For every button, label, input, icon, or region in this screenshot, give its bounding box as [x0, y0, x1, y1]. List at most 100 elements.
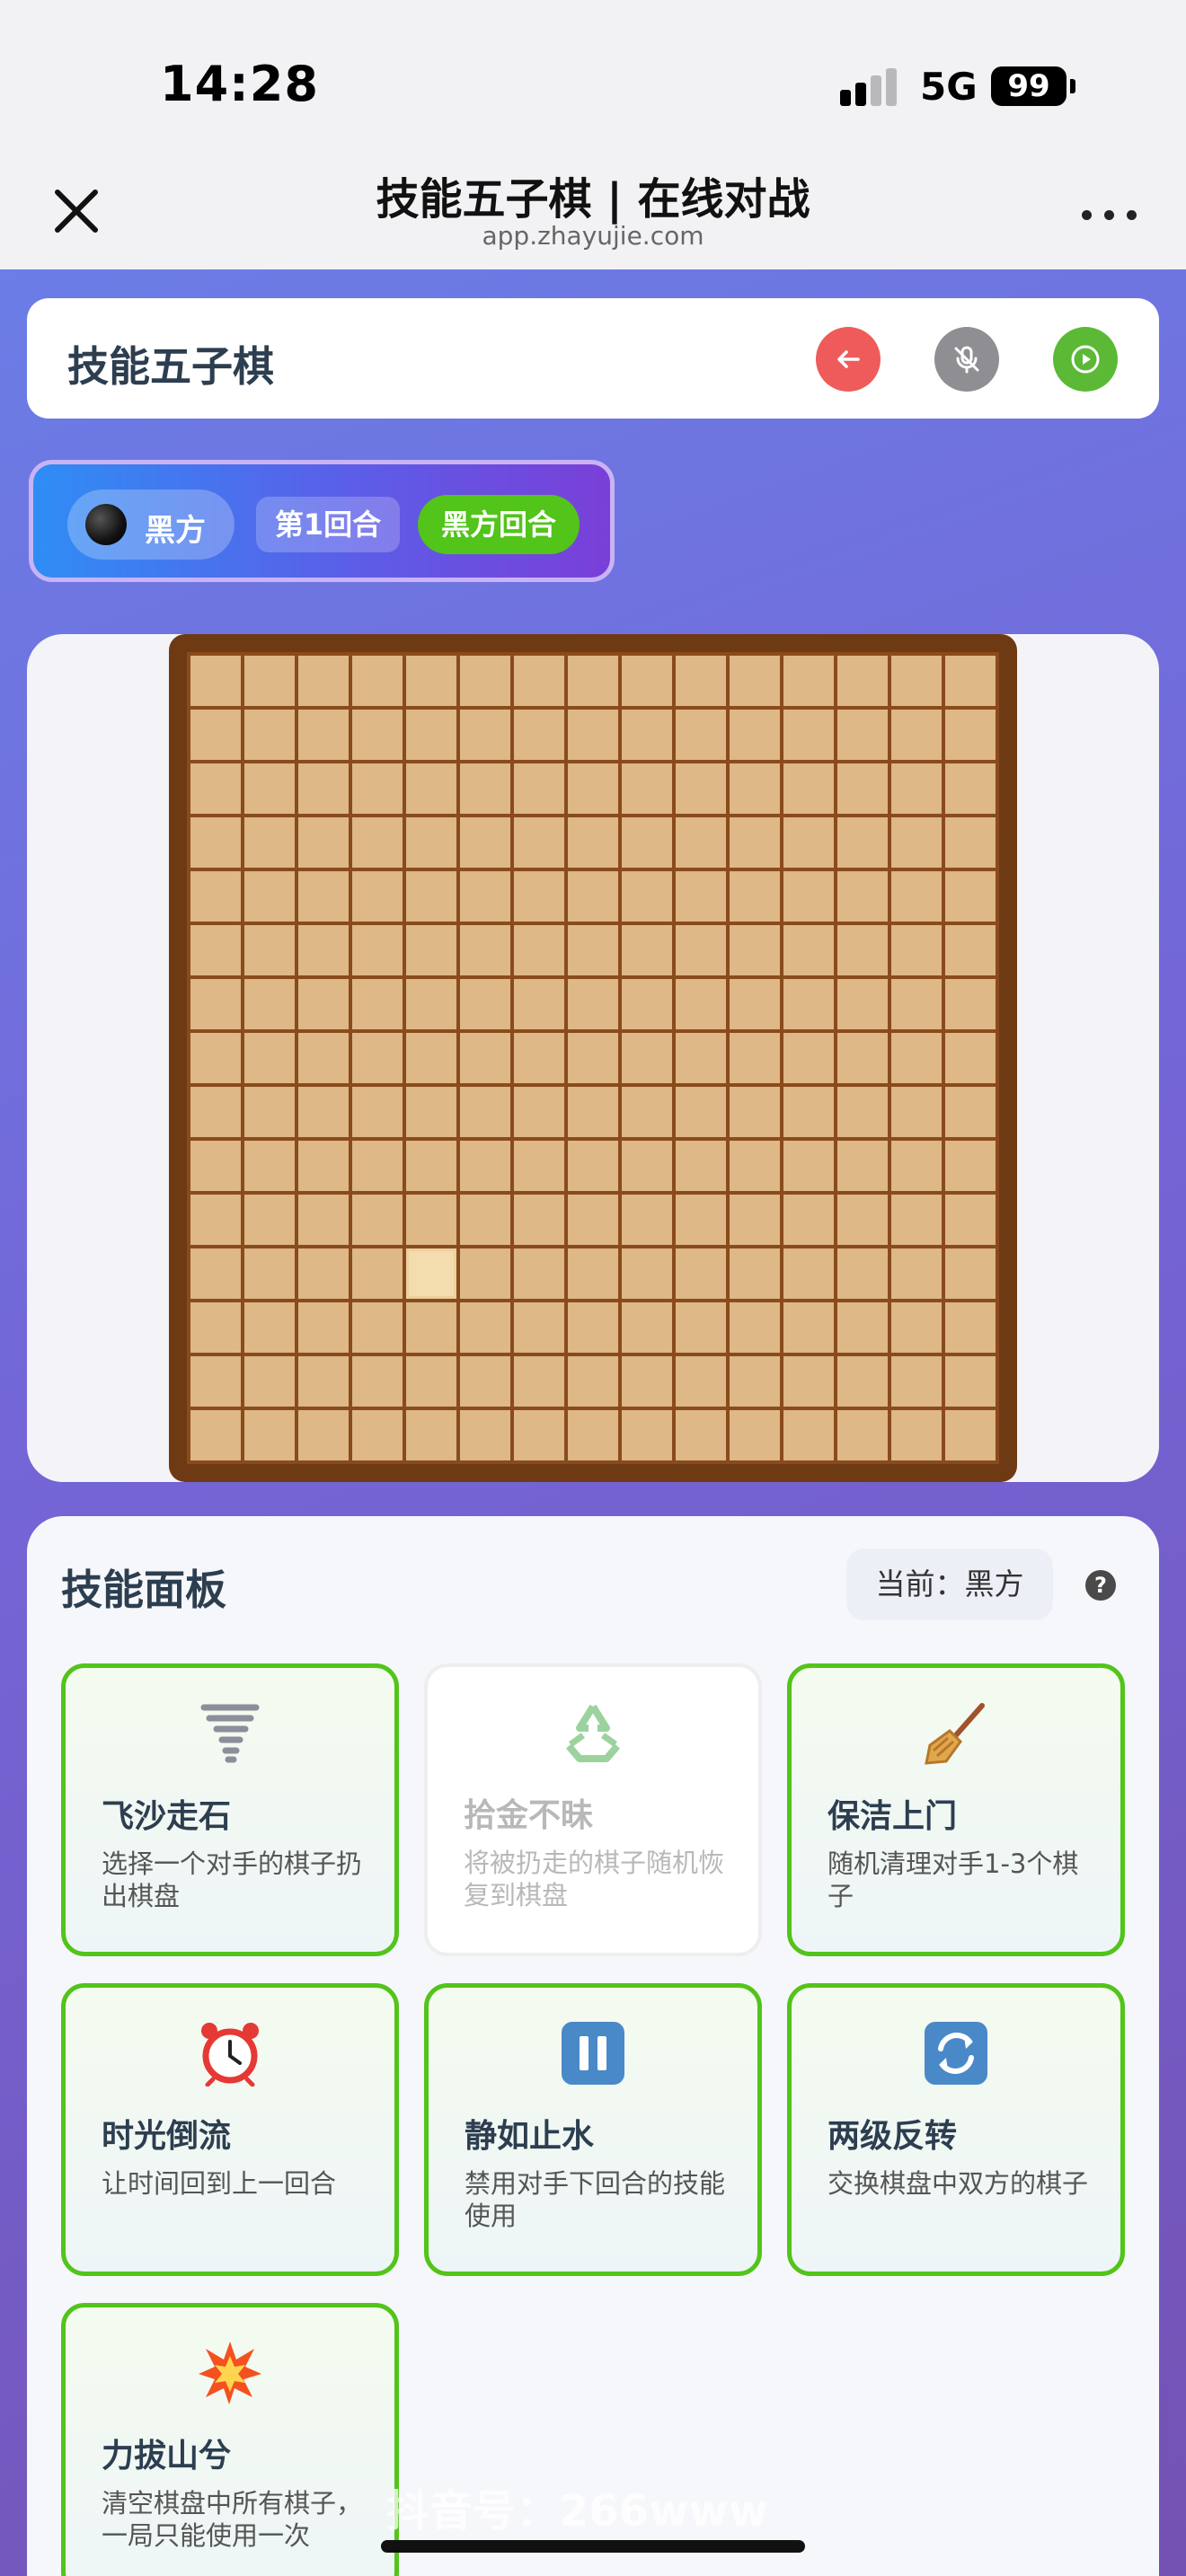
board-cell[interactable]: [568, 817, 618, 868]
board-cell[interactable]: [406, 710, 456, 760]
board-cell[interactable]: [730, 1302, 780, 1353]
board-cell[interactable]: [352, 1087, 403, 1137]
board-cell[interactable]: [352, 1033, 403, 1083]
board-cell[interactable]: [406, 1033, 456, 1083]
board-cell[interactable]: [837, 1087, 888, 1137]
board-cell[interactable]: [568, 1033, 618, 1083]
board-cell[interactable]: [622, 1356, 672, 1407]
board-cell[interactable]: [514, 1195, 564, 1245]
board-cell[interactable]: [460, 1356, 510, 1407]
board-cell[interactable]: [783, 871, 834, 922]
board-cell[interactable]: [945, 1195, 996, 1245]
board-cell[interactable]: [891, 710, 942, 760]
board-cell[interactable]: [622, 1195, 672, 1245]
board-cell[interactable]: [406, 1356, 456, 1407]
board-cell[interactable]: [514, 1141, 564, 1191]
board-cell[interactable]: [945, 656, 996, 706]
board-cell[interactable]: [730, 1141, 780, 1191]
board-cell[interactable]: [837, 1033, 888, 1083]
board-cell[interactable]: [190, 710, 241, 760]
board-cell[interactable]: [298, 656, 349, 706]
board-cell[interactable]: [622, 817, 672, 868]
board-cell[interactable]: [676, 1141, 726, 1191]
board-cell[interactable]: [783, 763, 834, 814]
board-cell[interactable]: [298, 1410, 349, 1460]
board-cell[interactable]: [352, 1141, 403, 1191]
board-cell[interactable]: [783, 1410, 834, 1460]
board-cell[interactable]: [406, 1248, 456, 1299]
board-cell[interactable]: [891, 1141, 942, 1191]
board-cell[interactable]: [298, 925, 349, 975]
board-cell[interactable]: [891, 656, 942, 706]
board-cell[interactable]: [460, 1248, 510, 1299]
board-cell[interactable]: [837, 710, 888, 760]
board-cell[interactable]: [945, 1087, 996, 1137]
board-cell[interactable]: [352, 979, 403, 1029]
board-cell[interactable]: [568, 656, 618, 706]
board-cell[interactable]: [244, 817, 295, 868]
gomoku-board[interactable]: [169, 634, 1017, 1482]
board-cell[interactable]: [298, 871, 349, 922]
board-cell[interactable]: [352, 710, 403, 760]
board-cell[interactable]: [190, 1087, 241, 1137]
board-cell[interactable]: [676, 1302, 726, 1353]
board-cell[interactable]: [352, 1410, 403, 1460]
board-cell[interactable]: [352, 1302, 403, 1353]
board-cell[interactable]: [622, 1302, 672, 1353]
board-cell[interactable]: [837, 871, 888, 922]
board-cell[interactable]: [406, 1141, 456, 1191]
board-cell[interactable]: [460, 1302, 510, 1353]
board-cell[interactable]: [406, 817, 456, 868]
board-cell[interactable]: [568, 979, 618, 1029]
board-cell[interactable]: [676, 1033, 726, 1083]
board-cell[interactable]: [406, 925, 456, 975]
board-cell[interactable]: [891, 1302, 942, 1353]
board-cell[interactable]: [190, 925, 241, 975]
board-cell[interactable]: [891, 1087, 942, 1137]
home-indicator[interactable]: [381, 2540, 805, 2553]
board-cell[interactable]: [298, 1033, 349, 1083]
board-cell[interactable]: [514, 1033, 564, 1083]
board-cell[interactable]: [945, 1356, 996, 1407]
board-cell[interactable]: [568, 763, 618, 814]
board-cell[interactable]: [891, 1356, 942, 1407]
board-cell[interactable]: [190, 1195, 241, 1245]
board-cell[interactable]: [837, 1302, 888, 1353]
board-cell[interactable]: [622, 1248, 672, 1299]
back-arrow-icon[interactable]: [816, 327, 881, 392]
board-cell[interactable]: [730, 763, 780, 814]
board-cell[interactable]: [514, 979, 564, 1029]
board-cell[interactable]: [783, 1195, 834, 1245]
board-cell[interactable]: [622, 763, 672, 814]
skill-card-1[interactable]: 拾金不昧 将被扔走的棋子随机恢复到棋盘: [424, 1663, 762, 1956]
board-cell[interactable]: [514, 1248, 564, 1299]
board-cell[interactable]: [891, 1195, 942, 1245]
board-cell[interactable]: [622, 656, 672, 706]
board-cell[interactable]: [891, 979, 942, 1029]
board-cell[interactable]: [244, 1195, 295, 1245]
board-cell[interactable]: [352, 925, 403, 975]
skill-card-4[interactable]: 静如止水 禁用对手下回合的技能使用: [424, 1983, 762, 2276]
board-cell[interactable]: [514, 1410, 564, 1460]
board-cell[interactable]: [945, 925, 996, 975]
board-cell[interactable]: [676, 871, 726, 922]
board-cell[interactable]: [406, 1195, 456, 1245]
more-dots-icon[interactable]: [1078, 205, 1141, 226]
board-cell[interactable]: [837, 1195, 888, 1245]
board-cell[interactable]: [837, 763, 888, 814]
board-cell[interactable]: [730, 925, 780, 975]
board-cell[interactable]: [622, 871, 672, 922]
board-cell[interactable]: [945, 1302, 996, 1353]
skill-card-2[interactable]: 保洁上门 随机清理对手1-3个棋子: [787, 1663, 1125, 1956]
board-cell[interactable]: [622, 1141, 672, 1191]
board-cell[interactable]: [891, 925, 942, 975]
board-cell[interactable]: [622, 1033, 672, 1083]
board-cell[interactable]: [837, 817, 888, 868]
board-cell[interactable]: [783, 979, 834, 1029]
board-cell[interactable]: [406, 979, 456, 1029]
board-cell[interactable]: [406, 1087, 456, 1137]
board-cell[interactable]: [730, 1195, 780, 1245]
board-cell[interactable]: [837, 1248, 888, 1299]
board-cell[interactable]: [514, 763, 564, 814]
board-cell[interactable]: [460, 979, 510, 1029]
